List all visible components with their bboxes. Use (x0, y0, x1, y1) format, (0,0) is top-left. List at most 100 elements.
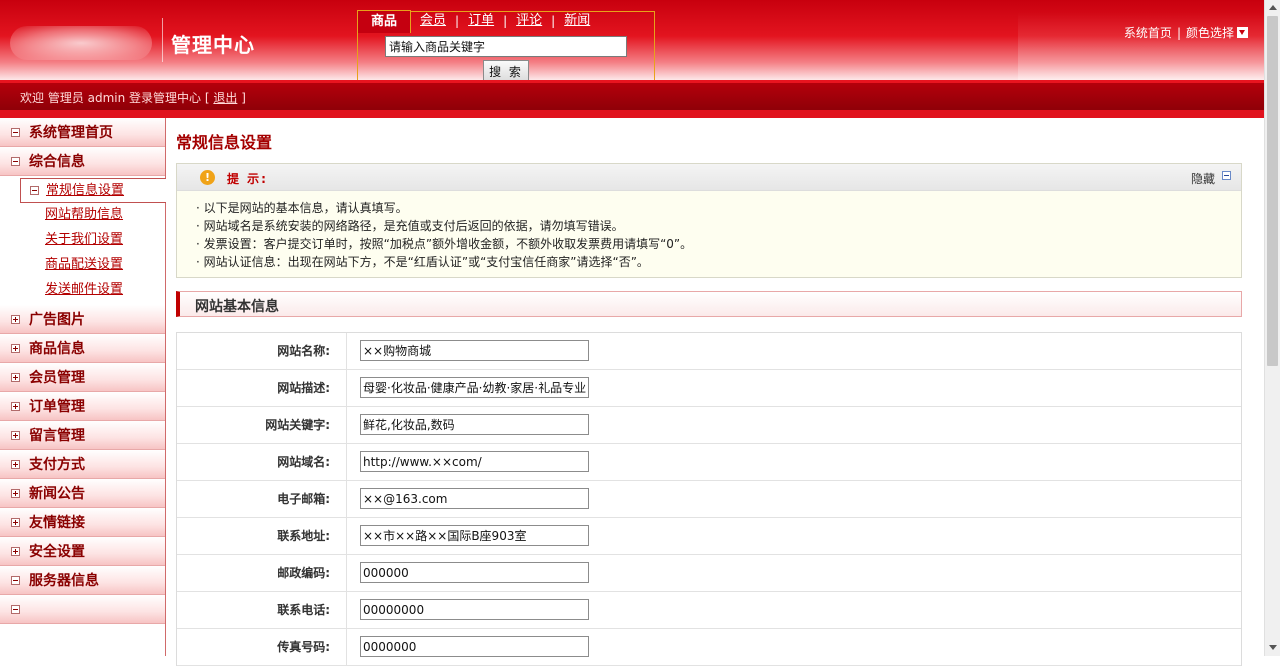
sidebar-group-label: 广告图片 (29, 312, 85, 328)
site-name-input[interactable] (360, 340, 589, 361)
header-divider (162, 18, 163, 62)
top-links: 系统首页 | 颜色选择 (1124, 24, 1248, 41)
sidebar-group-server[interactable]: 服务器信息 (0, 566, 165, 595)
search-button[interactable]: 搜 索 (483, 60, 529, 82)
hide-tip-link[interactable]: 隐藏 (1191, 170, 1215, 187)
address-input[interactable] (360, 525, 589, 546)
sidebar-group-ads[interactable]: 广告图片 (0, 305, 165, 334)
section-title: 网站基本信息 (195, 299, 279, 315)
tip-line: · 网站认证信息：出现在网站下方，不是“红盾认证”或“支付宝信任商家”请选择“否… (196, 255, 649, 269)
tip-label: 提 示: (227, 172, 268, 186)
sidebar-item-help-info[interactable]: 网站帮助信息 (0, 203, 165, 228)
welcome-suffix: ] (237, 91, 246, 105)
field-label: 电子邮箱: (177, 481, 347, 517)
tip-header: ! 提 示: 隐藏 (177, 164, 1241, 191)
form-row: 网站描述: (177, 370, 1241, 407)
tip-lines: · 以下是网站的基本信息，请认真填写。 · 网站域名是系统安装的网络路径，是充值… (177, 191, 1241, 271)
sidebar-item-email[interactable]: 发送邮件设置 (0, 278, 165, 303)
field-label: 网站名称: (177, 333, 347, 369)
expand-icon[interactable] (11, 459, 20, 469)
sidebar-group-orders[interactable]: 订单管理 (0, 392, 165, 421)
collapse-icon[interactable] (11, 604, 20, 614)
search-tab-orders[interactable]: 订单 (459, 10, 503, 32)
welcome-prefix: 欢迎 管理员 admin 登录管理中心 [ (20, 91, 214, 105)
form-row: 邮政编码: (177, 555, 1241, 592)
sidebar-sub-list: 常规信息设置 网站帮助信息 关于我们设置 商品配送设置 发送邮件设置 (0, 176, 166, 305)
welcome-bar: 欢迎 管理员 admin 登录管理中心 [ 退出 ] (0, 80, 1264, 110)
search-tab-comments[interactable]: 评论 (507, 10, 551, 32)
sidebar-group-messages[interactable]: 留言管理 (0, 421, 165, 450)
form-row: 网站域名: (177, 444, 1241, 481)
scroll-down-icon[interactable] (1269, 645, 1277, 650)
expand-icon[interactable] (11, 517, 20, 527)
search-tab-members[interactable]: 会员 (411, 10, 455, 32)
sidebar-group-news[interactable]: 新闻公告 (0, 479, 165, 508)
expand-icon[interactable] (11, 372, 20, 382)
sidebar-item-general-settings[interactable]: 常规信息设置 (20, 178, 166, 203)
site-domain-input[interactable] (360, 451, 589, 472)
header-bottom-stripe (0, 110, 1264, 118)
sidebar-group-general-info[interactable]: 综合信息 (0, 147, 165, 176)
sidebar-group-label: 新闻公告 (29, 486, 85, 502)
expand-icon[interactable] (11, 430, 20, 440)
section-header: 网站基本信息 (176, 291, 1242, 317)
expand-icon[interactable] (11, 401, 20, 411)
search-tab-news[interactable]: 新闻 (555, 10, 599, 32)
sidebar-item-delivery[interactable]: 商品配送设置 (0, 253, 165, 278)
fax-input[interactable] (360, 636, 589, 657)
logo-image (10, 26, 152, 60)
sidebar-group-members[interactable]: 会员管理 (0, 363, 165, 392)
sidebar-group-system-home[interactable]: 系统管理首页 (0, 118, 165, 147)
collapse-icon[interactable] (11, 156, 20, 166)
warning-icon: ! (200, 170, 215, 185)
site-description-input[interactable] (360, 377, 589, 398)
expand-icon[interactable] (11, 546, 20, 556)
sidebar-group-security[interactable]: 安全设置 (0, 537, 165, 566)
collapse-icon[interactable] (1222, 171, 1231, 180)
link-separator: | (1176, 25, 1181, 40)
settings-form: 网站名称: 网站描述: 网站关键字: 网站域名: 电子邮箱: 联系地址: 邮政编… (176, 332, 1242, 666)
form-row: 电子邮箱: (177, 481, 1241, 518)
sidebar-group-label: 安全设置 (29, 544, 85, 560)
sidebar-menu: 系统管理首页 综合信息 常规信息设置 网站帮助信息 关于我们设置 商品配送设置 … (0, 118, 166, 656)
site-keywords-input[interactable] (360, 414, 589, 435)
postcode-input[interactable] (360, 562, 589, 583)
expand-icon[interactable] (11, 314, 20, 324)
search-tab-goods[interactable]: 商品 (357, 9, 412, 33)
form-row: 联系地址: (177, 518, 1241, 555)
email-field[interactable] (360, 488, 589, 509)
form-row: 网站名称: (177, 333, 1241, 370)
field-label: 邮政编码: (177, 555, 347, 591)
page-scrollbar[interactable] (1264, 0, 1280, 656)
scroll-up-icon[interactable] (1269, 5, 1277, 10)
color-select-link[interactable]: 颜色选择 (1186, 24, 1234, 41)
sidebar-item-about-us[interactable]: 关于我们设置 (0, 228, 165, 253)
sidebar-group-label: 综合信息 (29, 154, 85, 170)
logout-link[interactable]: 退出 (213, 91, 237, 105)
chevron-down-icon[interactable] (1237, 27, 1248, 38)
expand-icon[interactable] (11, 343, 20, 353)
search-input[interactable] (385, 36, 627, 57)
collapse-icon[interactable] (11, 127, 20, 137)
sidebar-group-label: 系统管理首页 (29, 125, 113, 141)
phone-input[interactable] (360, 599, 589, 620)
sidebar-group-payment[interactable]: 支付方式 (0, 450, 165, 479)
sidebar-group-links[interactable]: 友情链接 (0, 508, 165, 537)
scroll-thumb[interactable] (1267, 16, 1278, 366)
system-home-link[interactable]: 系统首页 (1124, 24, 1172, 41)
field-label: 传真号码: (177, 629, 347, 665)
page-header-title: 管理中心 (171, 33, 255, 57)
tip-line: · 以下是网站的基本信息，请认真填写。 (196, 201, 408, 215)
expand-icon[interactable] (11, 488, 20, 498)
sidebar-group-label: 支付方式 (29, 457, 85, 473)
collapse-icon[interactable] (11, 575, 20, 585)
header-banner: 管理中心 商品 会员 | 订单 | 评论 | 新闻 搜 索 系统首页 | 颜色选… (0, 0, 1264, 86)
sidebar-group-label: 友情链接 (29, 515, 85, 531)
collapse-icon (30, 186, 39, 195)
tip-line: · 网站域名是系统安装的网络路径，是充值或支付后返回的依据，请勿填写错误。 (196, 219, 624, 233)
field-label: 网站关键字: (177, 407, 347, 443)
sidebar-group-goods[interactable]: 商品信息 (0, 334, 165, 363)
sidebar-group-label: 会员管理 (29, 370, 85, 386)
search-tabs: 商品 会员 | 订单 | 评论 | 新闻 (357, 9, 599, 33)
sidebar-group-extra[interactable] (0, 595, 165, 624)
